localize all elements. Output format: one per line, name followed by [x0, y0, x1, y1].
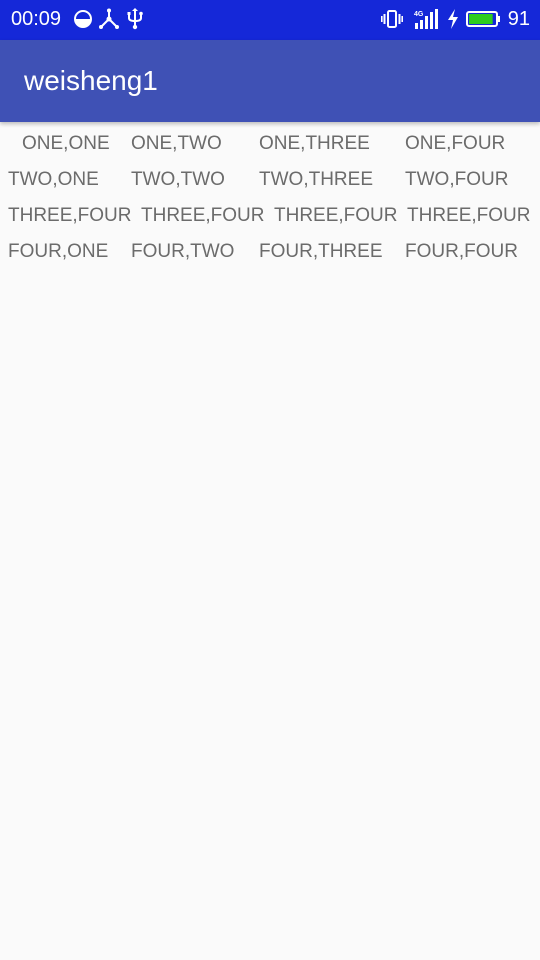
grid-cell: THREE,FOUR [8, 205, 132, 226]
grid-cell: TWO,THREE [259, 169, 373, 190]
status-time: 00:09 [11, 8, 62, 30]
grid-cell: THREE,FOUR [274, 205, 398, 226]
grid-cell: TWO,ONE [8, 169, 99, 190]
charging-icon [448, 9, 458, 29]
grid-cell: FOUR,FOUR [405, 241, 518, 262]
app-title: weisheng1 [24, 65, 158, 96]
grid-cell: ONE,THREE [259, 133, 370, 154]
vibrate-icon [381, 10, 403, 28]
grid-cell: ONE,TWO [131, 133, 222, 154]
battery-icon [466, 11, 500, 27]
grid-cell: FOUR,ONE [8, 241, 109, 262]
grid-cell: FOUR,TWO [131, 241, 235, 262]
grid-cell: THREE,FOUR [141, 205, 265, 226]
grid-cell: TWO,FOUR [405, 169, 509, 190]
grid-cell: ONE,FOUR [405, 133, 506, 154]
grid-cell: ONE,ONE [22, 133, 110, 154]
data-saver-icon [74, 10, 92, 28]
usb-tethering-icon [99, 8, 119, 29]
grid-cell: TWO,TWO [131, 169, 225, 190]
svg-text:4G: 4G [414, 11, 424, 18]
status-bar: 00:09 4G 91 [0, 0, 540, 40]
usb-icon [127, 8, 143, 30]
app-bar: weisheng1 [0, 40, 540, 122]
4g-signal-icon: 4G [414, 9, 438, 29]
grid-cell: FOUR,THREE [259, 241, 383, 262]
grid-cell: THREE,FOUR [407, 205, 531, 226]
battery-level-text: 91 [507, 8, 530, 30]
